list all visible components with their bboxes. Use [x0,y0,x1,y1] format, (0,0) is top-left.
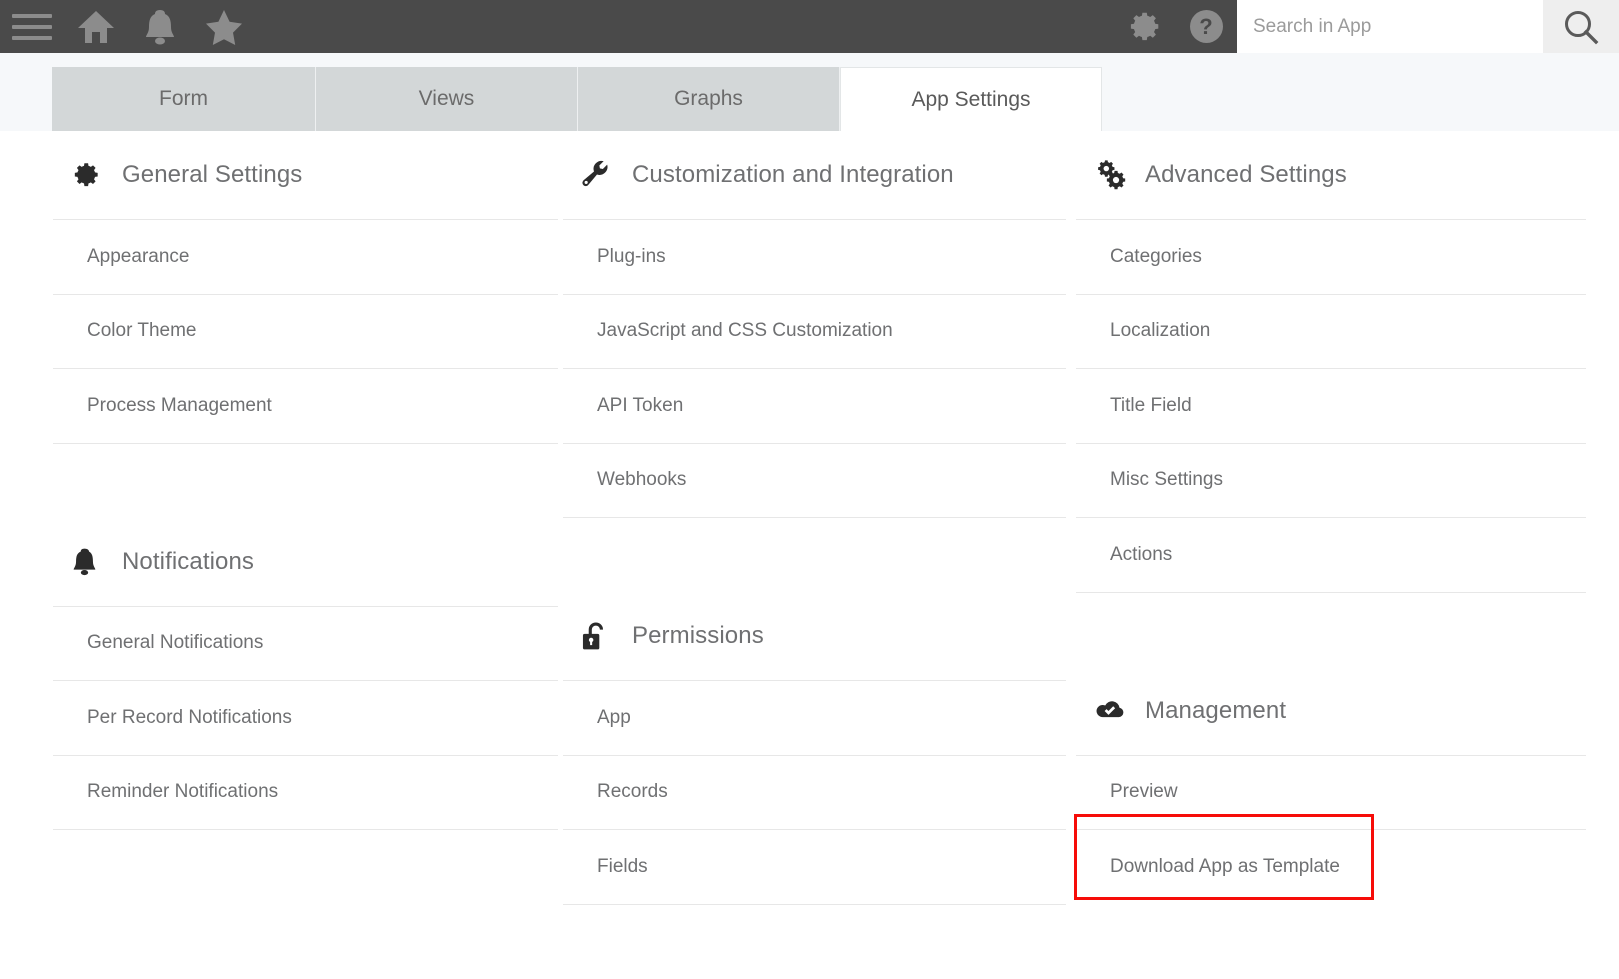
help-button[interactable]: ? [1175,0,1237,53]
help-icon: ? [1189,10,1223,43]
column-bottom-separator [53,829,558,904]
top-header-bar: ? [0,0,1619,53]
settings-item-app[interactable]: App [563,680,1066,755]
gear-icon [71,160,109,190]
group-header-customization-and-integration: Customization and Integration [563,131,1066,219]
bell-icon [71,547,109,577]
settings-button[interactable] [1113,0,1175,53]
settings-item-records[interactable]: Records [563,754,1066,830]
settings-item-categories[interactable]: Categories [1076,219,1586,294]
unlock-icon [581,621,619,652]
group-customization-and-integration: Customization and Integration Plug-ins J… [563,131,1066,517]
top-header-right-controls: ? [1113,0,1619,53]
star-icon [206,9,242,45]
settings-item-preview[interactable]: Preview [1076,754,1586,830]
top-header-left-icons [0,0,256,53]
notifications-button[interactable] [128,0,192,53]
settings-column-1: General Settings Appearance Color Theme … [35,131,558,979]
hamburger-menu-button[interactable] [0,0,64,53]
column-bottom-separator [563,903,1066,979]
home-icon [78,10,114,43]
settings-item-color-theme[interactable]: Color Theme [53,293,558,369]
settings-item-title-field[interactable]: Title Field [1076,368,1586,443]
double-gear-icon [1094,160,1132,190]
settings-column-3: Advanced Settings Categories Localizatio… [1066,131,1586,979]
group-header-permissions: Permissions [563,592,1066,680]
bell-icon [146,9,174,44]
settings-item-plug-ins[interactable]: Plug-ins [563,219,1066,294]
gear-icon [1130,12,1159,40]
tab-form[interactable]: Form [52,67,316,131]
group-header-general-settings: General Settings [53,131,558,219]
group-title: Advanced Settings [1145,161,1347,188]
group-separator [563,517,1066,592]
settings-item-general-notifications[interactable]: General Notifications [53,605,558,681]
cloud-check-icon [1094,698,1132,724]
group-notifications: Notifications General Notifications Per … [53,518,558,830]
tab-bar: Form Views Graphs App Settings [52,67,1102,131]
settings-item-localization[interactable]: Localization [1076,293,1586,369]
group-title: Management [1145,696,1287,724]
settings-item-javascript-and-css-customization[interactable]: JavaScript and CSS Customization [563,293,1066,369]
group-header-management: Management [1076,667,1586,755]
settings-item-webhooks[interactable]: Webhooks [563,442,1066,518]
group-title: General Settings [122,161,303,188]
search-icon [1565,10,1599,44]
tab-app-settings[interactable]: App Settings [840,67,1102,131]
settings-item-appearance[interactable]: Appearance [53,219,558,294]
home-button[interactable] [64,0,128,53]
wrench-icon [581,160,619,190]
group-title: Customization and Integration [632,161,954,188]
settings-item-download-app-as-template[interactable]: Download App as Template [1074,814,1586,904]
settings-item-process-management[interactable]: Process Management [53,368,558,443]
search-submit-button[interactable] [1543,0,1619,53]
settings-column-2: Customization and Integration Plug-ins J… [558,131,1066,979]
favorites-button[interactable] [192,0,256,53]
hamburger-icon [12,13,52,40]
settings-item-reminder-notifications[interactable]: Reminder Notifications [53,754,558,830]
group-permissions: Permissions App Records Fields [563,592,1066,904]
settings-item-fields[interactable]: Fields [563,829,1066,904]
group-header-advanced-settings: Advanced Settings [1076,131,1586,219]
settings-item-misc-settings[interactable]: Misc Settings [1076,442,1586,518]
group-separator [53,442,558,518]
group-header-notifications: Notifications [53,518,558,606]
group-title: Permissions [632,622,764,649]
group-separator [1076,591,1586,667]
settings-columns: General Settings Appearance Color Theme … [35,131,1619,979]
search-box[interactable] [1237,0,1543,53]
search-input[interactable] [1251,14,1543,39]
app-settings-panel: General Settings Appearance Color Theme … [35,131,1619,939]
group-general-settings: General Settings Appearance Color Theme … [53,131,558,443]
settings-item-api-token[interactable]: API Token [563,368,1066,443]
group-management: Management Preview Download App as Templ… [1074,667,1586,904]
tab-graphs[interactable]: Graphs [578,67,840,131]
settings-item-per-record-notifications[interactable]: Per Record Notifications [53,680,558,755]
tab-views[interactable]: Views [316,67,578,131]
group-title: Notifications [122,547,255,575]
settings-item-actions[interactable]: Actions [1076,517,1586,592]
group-advanced-settings: Advanced Settings Categories Localizatio… [1076,131,1586,592]
